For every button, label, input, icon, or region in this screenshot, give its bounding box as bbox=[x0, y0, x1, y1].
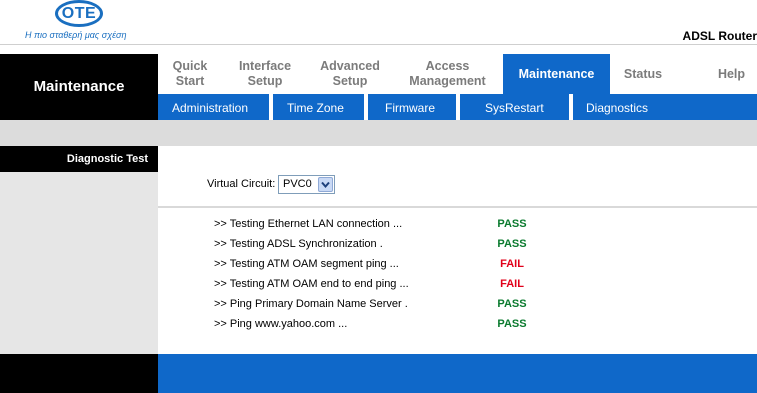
footer-bar bbox=[158, 354, 757, 393]
test-row: >> Testing ATM OAM segment ping ... FAIL bbox=[214, 254, 574, 274]
test-row: >> Ping Primary Domain Name Server . PAS… bbox=[214, 294, 574, 314]
virtual-circuit-value: PVC0 bbox=[283, 178, 312, 190]
test-status: PASS bbox=[497, 318, 527, 330]
product-name: ADSL Router bbox=[682, 29, 757, 43]
header-divider bbox=[0, 44, 757, 45]
test-label: >> Testing ATM OAM segment ping ... bbox=[214, 258, 399, 270]
subnav-sysrestart[interactable]: SysRestart bbox=[485, 94, 544, 120]
test-label: >> Testing Ethernet LAN connection ... bbox=[214, 218, 403, 230]
test-status: PASS bbox=[497, 238, 527, 250]
subnav-firmware[interactable]: Firmware bbox=[385, 94, 435, 120]
test-label: >> Ping Primary Domain Name Server . bbox=[214, 298, 408, 310]
logo: OTE Η πιο σταθερή μας σχέση bbox=[0, 0, 158, 44]
main-nav: Quick Start Interface Setup Advanced Set… bbox=[158, 54, 757, 94]
nav-status[interactable]: Status bbox=[610, 54, 676, 94]
logo-text: OTE bbox=[61, 5, 97, 22]
virtual-circuit-select[interactable]: PVC0 bbox=[278, 175, 335, 194]
side-menu-header: Diagnostic Test bbox=[0, 146, 158, 172]
nav-advanced-setup-label: Advanced Setup bbox=[320, 59, 380, 88]
subnav-administration[interactable]: Administration bbox=[172, 94, 248, 120]
subnav-time-zone[interactable]: Time Zone bbox=[287, 94, 344, 120]
test-status: FAIL bbox=[500, 258, 524, 270]
test-label: >> Testing ATM OAM end to end ping ... bbox=[214, 278, 409, 290]
nav-maintenance-label: Maintenance bbox=[518, 66, 595, 81]
test-status: PASS bbox=[497, 218, 527, 230]
virtual-circuit-label: Virtual Circuit: bbox=[207, 178, 276, 190]
subnav-divider bbox=[456, 94, 460, 120]
nav-interface-setup[interactable]: Interface Setup bbox=[222, 54, 308, 94]
side-panel bbox=[0, 172, 158, 354]
test-label: >> Ping www.yahoo.com ... bbox=[214, 318, 348, 330]
test-row: >> Ping www.yahoo.com ... PASS bbox=[214, 314, 574, 334]
footer-left bbox=[0, 354, 158, 393]
test-row: >> Testing Ethernet LAN connection ... P… bbox=[214, 214, 574, 234]
nav-access-management-label: Access Management bbox=[409, 59, 486, 88]
nav-advanced-setup[interactable]: Advanced Setup bbox=[308, 54, 392, 94]
test-label: >> Testing ADSL Synchronization . bbox=[214, 238, 383, 250]
side-menu-label: Diagnostic Test bbox=[66, 153, 148, 165]
chevron-down-icon[interactable] bbox=[318, 177, 333, 192]
subnav-diagnostics[interactable]: Diagnostics bbox=[586, 94, 648, 120]
nav-quick-start-label: Quick Start bbox=[172, 59, 208, 88]
nav-help[interactable]: Help bbox=[706, 54, 757, 94]
nav-status-label: Status bbox=[623, 66, 663, 81]
nav-quick-start[interactable]: Quick Start bbox=[158, 54, 222, 94]
logo-tagline: Η πιο σταθερή μας σχέση bbox=[25, 30, 127, 40]
grey-band bbox=[0, 120, 757, 146]
logo-mark: OTE bbox=[55, 0, 103, 27]
subnav-divider bbox=[569, 94, 573, 120]
test-status: FAIL bbox=[500, 278, 524, 290]
test-row: >> Testing ATM OAM end to end ping ... F… bbox=[214, 274, 574, 294]
test-status: PASS bbox=[497, 298, 527, 310]
sub-nav: Administration Time Zone Firmware SysRes… bbox=[158, 94, 757, 120]
section-title-block: Maintenance bbox=[0, 54, 158, 120]
section-title: Maintenance bbox=[33, 78, 125, 95]
content-divider bbox=[158, 206, 757, 208]
test-row: >> Testing ADSL Synchronization . PASS bbox=[214, 234, 574, 254]
subnav-divider bbox=[364, 94, 368, 120]
nav-maintenance[interactable]: Maintenance bbox=[503, 54, 610, 94]
nav-interface-setup-label: Interface Setup bbox=[238, 59, 292, 88]
subnav-divider bbox=[269, 94, 273, 120]
nav-access-management[interactable]: Access Management bbox=[392, 54, 503, 94]
nav-help-label: Help bbox=[717, 66, 746, 81]
